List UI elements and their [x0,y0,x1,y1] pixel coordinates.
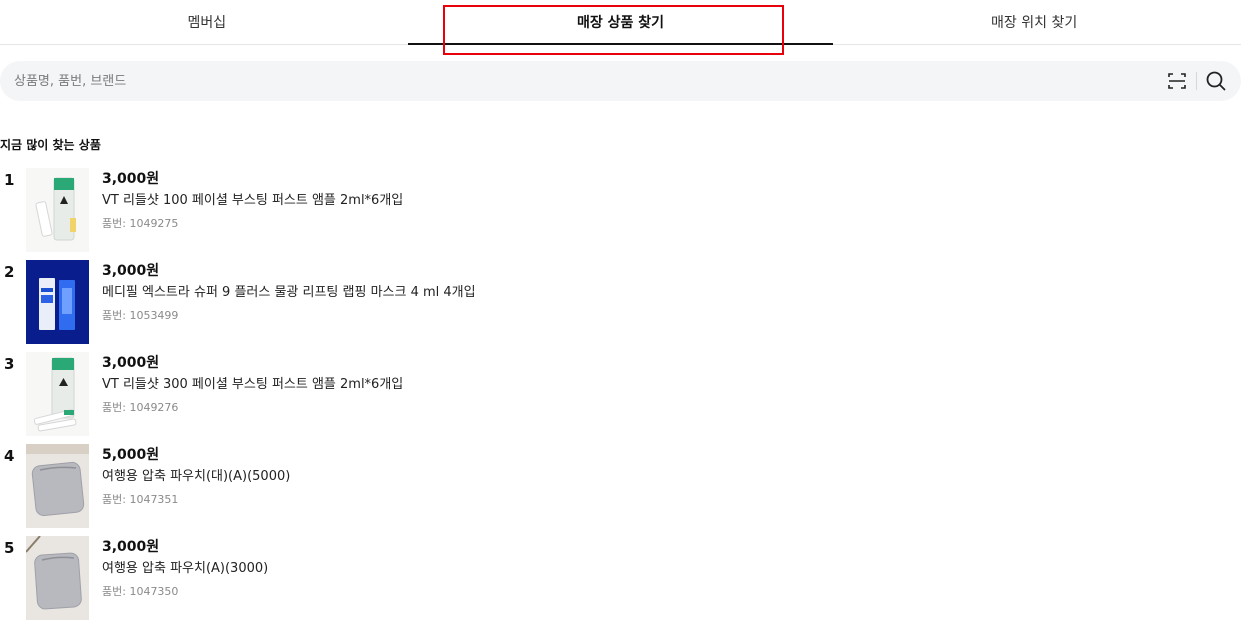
product-image [26,168,89,252]
rank-number: 3 [4,355,15,373]
section-title: 지금 많이 찾는 상품 [0,138,101,152]
product-name: 메디필 엑스트라 슈퍼 9 플러스 물광 리프팅 랩핑 마스크 4 ml 4개입 [102,285,476,300]
product-info: 3,000원 메디필 엑스트라 슈퍼 9 플러스 물광 리프팅 랩핑 마스크 4… [102,261,476,325]
rank-number: 2 [4,263,15,281]
search-divider [1196,72,1197,90]
rank-number: 4 [4,447,15,465]
product-code: 품번: 1049276 [102,401,179,414]
product-item[interactable]: 5 3,000원 여행용 압축 파우치(A)(3000) 품번: 1047350 [0,536,1241,628]
product-name: 여행용 압축 파우치(A)(3000) [102,561,269,576]
product-price: 3,000원 [102,263,160,279]
barcode-scan-icon [1168,73,1186,89]
search-icon [1206,71,1226,91]
product-name: VT 리들샷 300 페이셜 부스팅 퍼스트 앰플 2ml*6개입 [102,377,404,392]
product-item[interactable]: 2 3,000원 메디필 엑스트라 슈퍼 9 플러스 물광 리프팅 랩핑 마스크… [0,260,1241,352]
product-info: 3,000원 VT 리들샷 100 페이셜 부스팅 퍼스트 앰플 2ml*6개입… [102,169,403,233]
product-item[interactable]: 4 5,000원 여행용 압축 파우치(대)(A)(5000) 품번: 1047… [0,444,1241,536]
rank-number: 1 [4,171,15,189]
product-price: 3,000원 [102,171,160,187]
product-code: 품번: 1047351 [102,493,179,506]
product-image [26,352,89,436]
product-info: 3,000원 VT 리들샷 300 페이셜 부스팅 퍼스트 앰플 2ml*6개입… [102,353,403,417]
search-button[interactable] [1201,66,1231,96]
product-info: 3,000원 여행용 압축 파우치(A)(3000) 품번: 1047350 [102,537,268,601]
product-code: 품번: 1049275 [102,217,179,230]
rank-number: 5 [4,539,15,557]
product-price: 3,000원 [102,539,160,555]
product-info: 5,000원 여행용 압축 파우치(대)(A)(5000) 품번: 104735… [102,445,290,509]
product-image [26,536,89,620]
product-price: 3,000원 [102,355,160,371]
search-input[interactable] [0,61,1162,101]
product-image [26,260,89,344]
tab-membership[interactable]: 멤버십 [0,0,414,44]
product-code: 품번: 1047350 [102,585,179,598]
product-item[interactable]: 1 3,000원 VT 리들샷 100 페이셜 부스팅 퍼스트 앰플 2ml*6… [0,168,1241,260]
search-bar [0,61,1241,101]
popular-product-list: 1 3,000원 VT 리들샷 100 페이셜 부스팅 퍼스트 앰플 2ml*6… [0,168,1241,628]
product-image [26,444,89,528]
tab-store-product-search[interactable]: 매장 상품 찾기 [407,0,833,45]
product-name: VT 리들샷 100 페이셜 부스팅 퍼스트 앰플 2ml*6개입 [102,193,404,208]
product-name: 여행용 압축 파우치(대)(A)(5000) [102,469,291,484]
product-price: 5,000원 [102,447,160,463]
barcode-scan-button[interactable] [1162,66,1192,96]
product-item[interactable]: 3 3,000원 VT 리들샷 300 페이셜 부스팅 퍼스트 앰플 2ml*6… [0,352,1241,444]
tab-store-location-search[interactable]: 매장 위치 찾기 [827,0,1241,44]
tab-bar: 멤버십 매장 상품 찾기 매장 위치 찾기 [0,0,1241,45]
product-code: 품번: 1053499 [102,309,179,322]
